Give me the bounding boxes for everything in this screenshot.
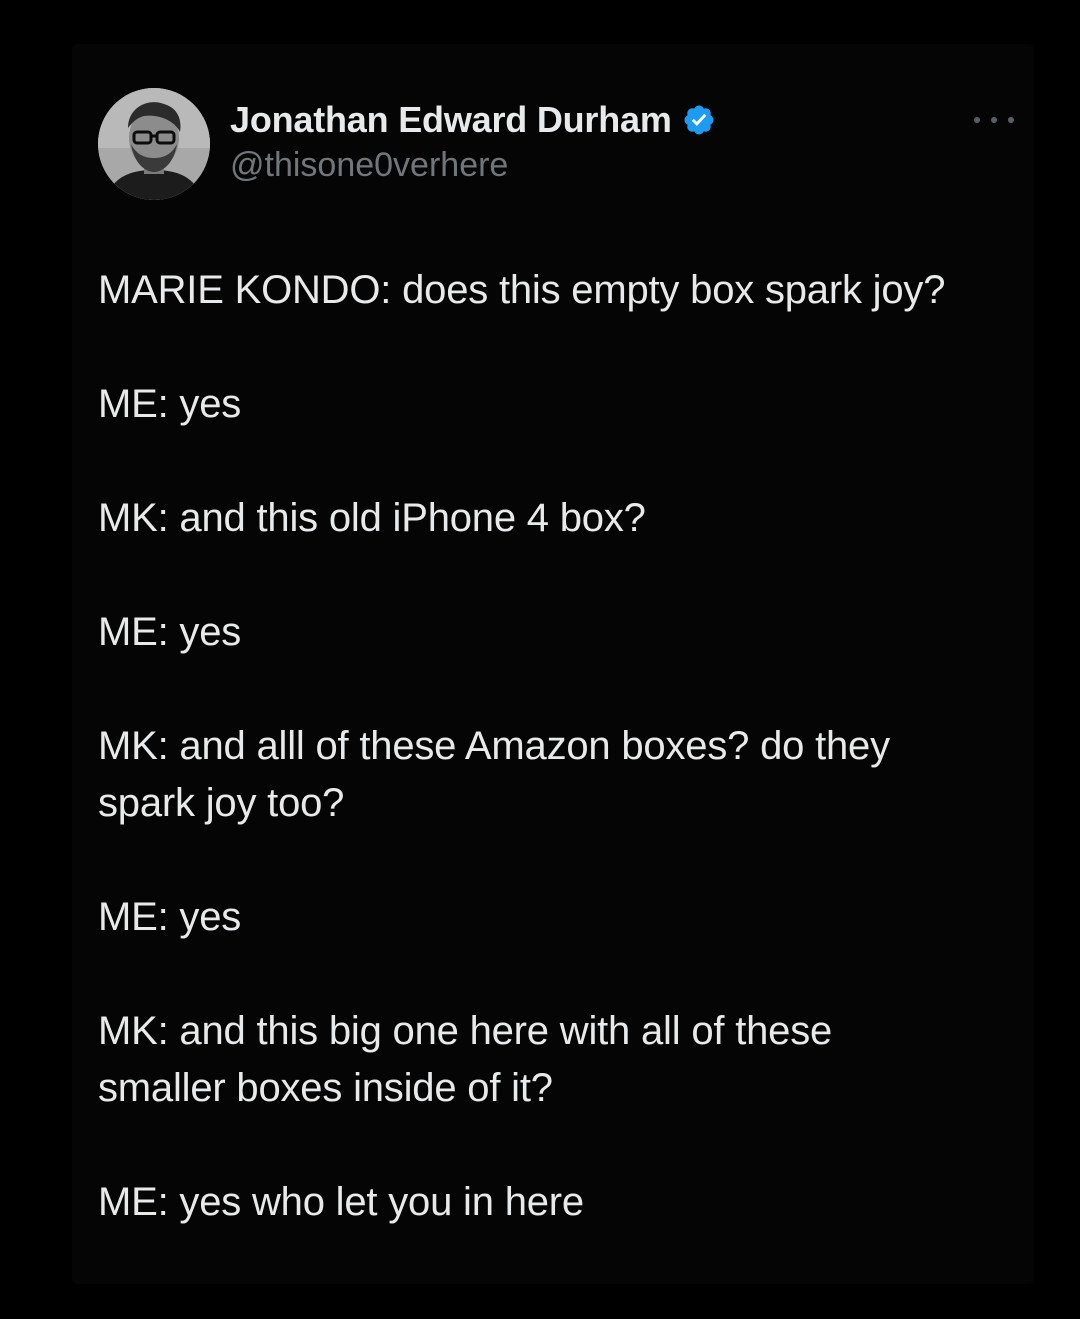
author-names: Jonathan Edward Durham @thisone0verhere (230, 98, 716, 185)
author-handle[interactable]: @thisone0verhere (230, 146, 716, 185)
display-name-row: Jonathan Edward Durham (230, 98, 716, 142)
tweet-header: Jonathan Edward Durham @thisone0verhere (98, 88, 1018, 200)
tweet-line: ME: yes (98, 382, 242, 426)
tweet-text: MARIE KONDO: does this empty box spark j… (98, 262, 1018, 1231)
tweet-line: MARIE KONDO: does this empty box spark j… (98, 268, 946, 312)
author-avatar[interactable] (98, 88, 210, 200)
more-options-icon[interactable] (974, 110, 1014, 130)
tweet-line: MK: and alll of these Amazon boxes? do t… (98, 724, 890, 825)
more-dot (1008, 117, 1014, 123)
tweet-line: MK: and this big one here with all of th… (98, 1009, 833, 1110)
avatar-photo-icon (98, 88, 210, 200)
tweet-line: ME: yes (98, 895, 242, 939)
author-display-name[interactable]: Jonathan Edward Durham (230, 99, 672, 141)
more-dot (991, 117, 997, 123)
tweet-line: ME: yes who let you in here (98, 1180, 584, 1224)
tweet-line: ME: yes (98, 610, 242, 654)
tweet-line: MK: and this old iPhone 4 box? (98, 496, 646, 540)
verified-badge-icon (682, 103, 716, 137)
more-dot (974, 117, 980, 123)
